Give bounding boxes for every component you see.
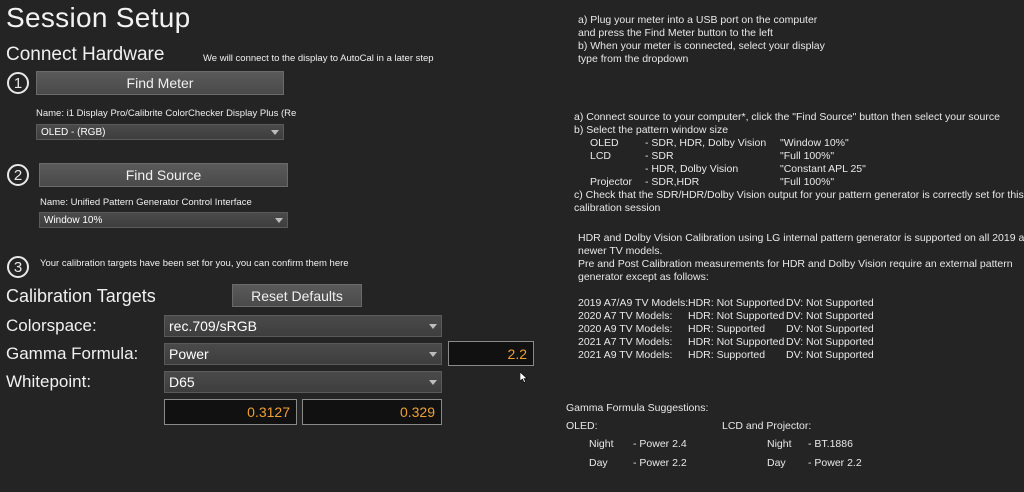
pattern-row: LCD - SDR "Full 100%" — [590, 150, 834, 163]
source-help-b: b) Select the pattern window size — [574, 124, 729, 136]
whitepoint-y-input[interactable]: 0.329 — [302, 399, 442, 425]
pattern-window-value: Window 10% — [44, 214, 103, 226]
pattern-window: "Full 100%" — [780, 176, 835, 188]
pattern-mode: - SDR — [645, 150, 674, 162]
model-row: 2019 A7/A9 TV Models:HDR: Not Supported D… — [578, 297, 874, 310]
lg-note-line: HDR and Dolby Vision Calibration using L… — [578, 232, 1024, 244]
hdr-support: HDR: Not Supported — [688, 310, 785, 322]
hdr-support: HDR: Supported — [688, 349, 766, 361]
gamma-formula-value: Power — [169, 346, 209, 362]
connect-hardware-heading: Connect Hardware — [6, 44, 165, 65]
pattern-display-type: Projector — [590, 176, 633, 188]
dv-support: DV: Not Supported — [786, 310, 874, 322]
meter-type-select[interactable]: OLED - (RGB) — [36, 124, 284, 140]
oled-day-value: - Power 2.2 — [633, 457, 687, 469]
hdr-support: HDR: Supported — [688, 323, 766, 335]
source-name: Name: Unified Pattern Generator Control … — [40, 197, 252, 208]
pattern-row: - HDR, Dolby Vision "Constant APL 25" — [590, 163, 866, 176]
chevron-down-icon — [429, 324, 437, 329]
dv-support: DV: Not Supported — [786, 336, 874, 348]
pattern-window: "Constant APL 25" — [780, 163, 866, 175]
source-help-c: c) Check that the SDR/HDR/Dolby Vision o… — [574, 189, 1024, 201]
find-source-button[interactable]: Find Source — [39, 163, 288, 187]
model-row: 2020 A9 TV Models: HDR: Supported DV: Not … — [578, 323, 874, 336]
lg-note-line: newer TV models. — [578, 245, 663, 257]
gamma-formula-label: Gamma Formula: — [6, 344, 139, 363]
step-3-badge: 3 — [7, 256, 29, 278]
pattern-display-type: OLED — [590, 137, 619, 149]
lg-note-line: generator except as follows: — [578, 271, 709, 283]
page-title: Session Setup — [6, 2, 191, 33]
lcd-day-label: Day — [767, 457, 786, 469]
gamma-value-input[interactable]: 2.2 — [448, 341, 534, 366]
meter-help-line: and press the Find Meter button to the l… — [578, 27, 773, 39]
colorspace-select[interactable]: rec.709/sRGB — [164, 315, 442, 337]
hdr-support: HDR: Not Supported — [688, 297, 785, 309]
whitepoint-select[interactable]: D65 — [164, 371, 442, 393]
step-2-badge: 2 — [7, 164, 29, 186]
meter-help-line: type from the dropdown — [578, 53, 689, 65]
pattern-window: "Full 100%" — [780, 150, 835, 162]
mouse-cursor-icon — [520, 372, 528, 383]
whitepoint-x-input[interactable]: 0.3127 — [164, 399, 297, 425]
dv-support: DV: Not Supported — [786, 349, 874, 361]
model-name: 2021 A7 TV Models: — [578, 336, 673, 348]
model-row: 2021 A7 TV Models: HDR: Not Supported DV: … — [578, 336, 874, 349]
meter-help-line: a) Plug your meter into a USB port on th… — [578, 14, 818, 26]
model-name: 2019 A7/A9 TV Models: — [578, 297, 689, 309]
lg-note-line: Pre and Post Calibration measurements fo… — [578, 258, 1013, 270]
find-meter-button[interactable]: Find Meter — [36, 71, 284, 95]
calibration-targets-heading: Calibration Targets — [6, 286, 156, 306]
oled-day-label: Day — [589, 457, 608, 469]
colorspace-value: rec.709/sRGB — [169, 318, 257, 334]
meter-help-line: b) When your meter is connected, select … — [578, 40, 825, 52]
hdr-support: HDR: Not Supported — [688, 336, 785, 348]
model-row: 2020 A7 TV Models: HDR: Not Supported DV: … — [578, 310, 874, 323]
reset-defaults-button[interactable]: Reset Defaults — [232, 284, 362, 307]
pattern-row: OLED - SDR, HDR, Dolby Vision "Window 10%" — [590, 137, 849, 150]
lcd-night-label: Night — [767, 438, 792, 450]
pattern-mode: - SDR, HDR, Dolby Vision — [645, 137, 767, 149]
source-help-c-cont: calibration session — [574, 202, 661, 214]
oled-heading: OLED: — [566, 420, 598, 432]
oled-night-label: Night — [589, 438, 614, 450]
targets-note: Your calibration targets have been set f… — [40, 258, 349, 269]
dv-support: DV: Not Supported — [786, 297, 874, 309]
dv-support: DV: Not Supported — [786, 323, 874, 335]
model-name: 2021 A9 TV Models: — [578, 349, 673, 361]
pattern-window-select[interactable]: Window 10% — [39, 212, 288, 228]
lcd-projector-heading: LCD and Projector: — [722, 420, 812, 432]
source-help-a: a) Connect source to your computer*, cli… — [574, 111, 1000, 123]
chevron-down-icon — [271, 130, 279, 135]
chevron-down-icon — [275, 218, 283, 223]
colorspace-label: Colorspace: — [6, 316, 97, 335]
pattern-display-type: LCD — [590, 150, 612, 162]
gamma-suggestions-title: Gamma Formula Suggestions: — [566, 402, 709, 414]
step-1-badge: 1 — [7, 72, 29, 94]
pattern-window: "Window 10%" — [780, 137, 849, 149]
pattern-mode: - SDR,HDR — [645, 176, 700, 188]
model-name: 2020 A7 TV Models: — [578, 310, 673, 322]
gamma-formula-select[interactable]: Power — [164, 343, 442, 365]
whitepoint-value: D65 — [169, 374, 195, 390]
model-name: 2020 A9 TV Models: — [578, 323, 673, 335]
pattern-mode: - HDR, Dolby Vision — [645, 163, 739, 175]
lg-note: HDR and Dolby Vision Calibration using L… — [578, 232, 1024, 284]
model-support-table: 2019 A7/A9 TV Models:HDR: Not Supported D… — [578, 297, 874, 362]
model-row: 2021 A9 TV Models: HDR: Supported DV: Not … — [578, 349, 874, 362]
connect-note: We will connect to the display to AutoCa… — [203, 53, 434, 64]
chevron-down-icon — [429, 352, 437, 357]
lcd-day-value: - Power 2.2 — [808, 457, 862, 469]
meter-type-value: OLED - (RGB) — [41, 126, 106, 138]
lcd-night-value: - BT.1886 — [808, 438, 853, 450]
whitepoint-label: Whitepoint: — [6, 372, 92, 391]
meter-name: Name: i1 Display Pro/Calibrite ColorChec… — [36, 108, 297, 119]
meter-help-text: a) Plug your meter into a USB port on th… — [578, 14, 825, 66]
chevron-down-icon — [429, 380, 437, 385]
oled-night-value: - Power 2.4 — [633, 438, 687, 450]
pattern-row: Projector - SDR,HDR "Full 100%" — [590, 176, 834, 189]
